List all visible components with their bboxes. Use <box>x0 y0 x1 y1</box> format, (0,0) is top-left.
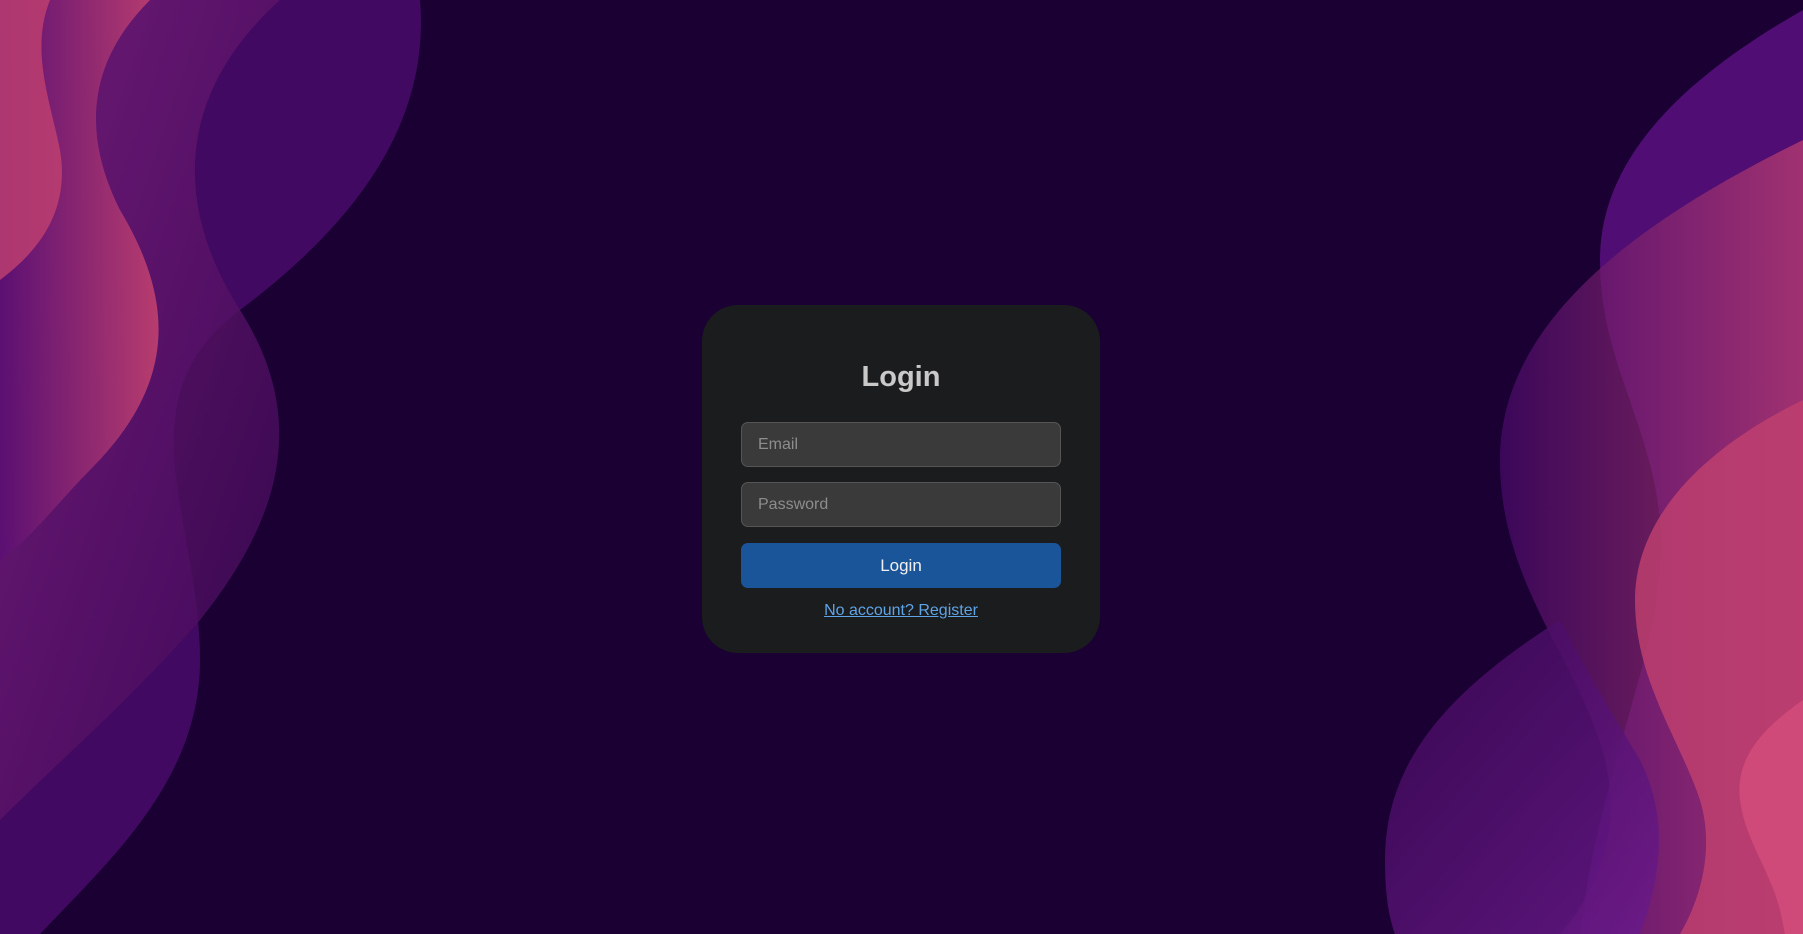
login-button[interactable]: Login <box>741 543 1061 588</box>
login-card: Login Login No account? Register <box>702 305 1100 653</box>
login-page: Login Login No account? Register <box>0 0 1803 934</box>
password-field[interactable] <box>741 482 1061 527</box>
register-link[interactable]: No account? Register <box>702 602 1100 620</box>
email-field[interactable] <box>741 422 1061 467</box>
login-title: Login <box>861 361 941 393</box>
